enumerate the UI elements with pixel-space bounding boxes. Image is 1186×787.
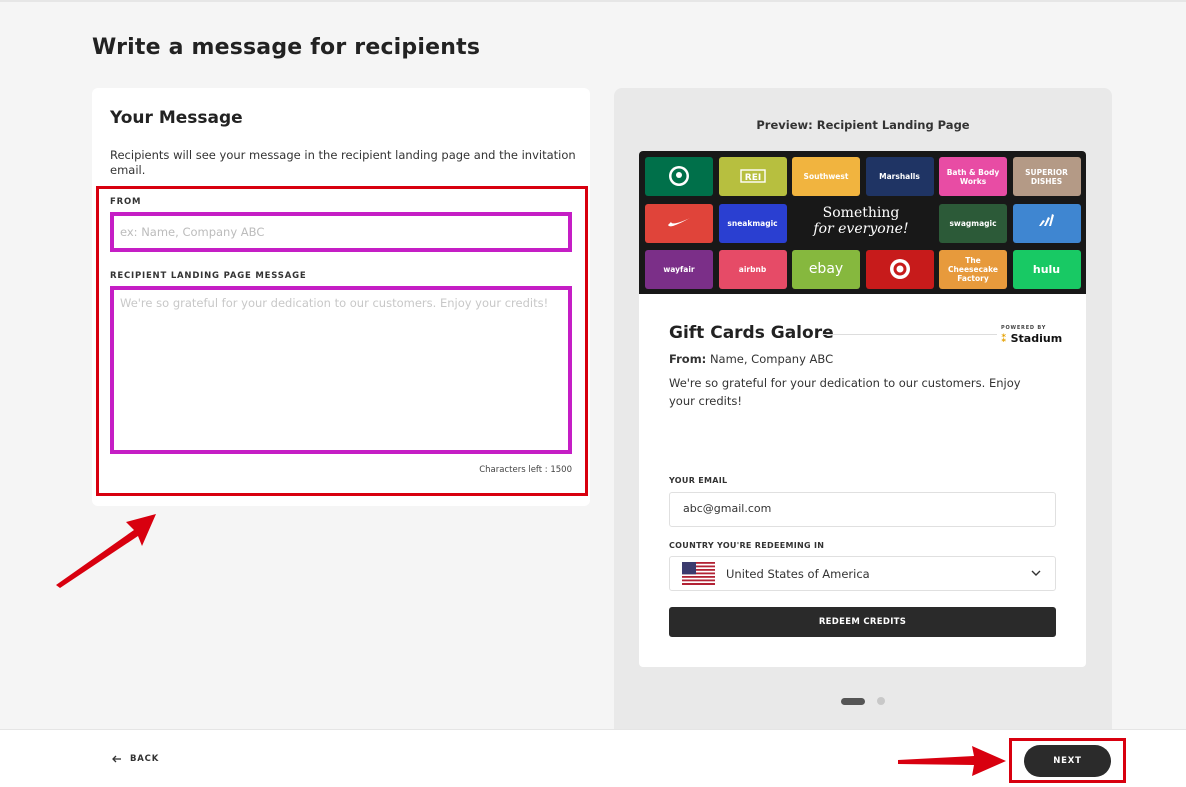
brand-tile: hulu (1012, 250, 1081, 289)
pager-dot-active[interactable] (841, 697, 865, 705)
brand-tile-label: airbnb (738, 265, 767, 274)
powered-by-label: POWERED BY (1001, 325, 1047, 331)
preview-pager (614, 697, 1112, 705)
brand-tile (645, 203, 713, 243)
preview-from-value: Name, Company ABC (709, 352, 834, 366)
brand-tile: REIREI (718, 157, 787, 196)
brand-tile-label: sneakmagic (727, 218, 778, 228)
brand-tile: airbnb (718, 250, 787, 289)
brand-tile: SUPERIOR DISHES (1012, 157, 1081, 196)
brand-tile: The Cheesecake Factory (939, 250, 1007, 289)
landing-page-preview: Something for everyone! REIREI Southwest M… (639, 151, 1086, 667)
redeem-credits-button[interactable]: REDEEM CREDITS (669, 607, 1056, 637)
top-divider (0, 0, 1186, 2)
page-title: Write a message for recipients (92, 35, 481, 60)
preview-from: From: Name, Company ABC (669, 352, 833, 366)
brand-tile-grid: Something for everyone! REIREI Southwest M… (639, 151, 1086, 294)
next-button[interactable]: NEXT (1024, 745, 1111, 777)
brand-tile: swagmagic (939, 203, 1007, 243)
from-input[interactable] (110, 212, 572, 252)
country-select[interactable]: United States of America (669, 556, 1056, 591)
from-label: FROM (110, 197, 142, 207)
brand-tile-label: Bath & Body Works (946, 167, 1000, 186)
brand-tile (645, 157, 713, 196)
characters-left: Characters left : 1500 (479, 465, 572, 475)
message-card: Your Message Recipients will see your me… (92, 88, 590, 506)
starbucks-logo-icon (668, 165, 690, 189)
country-value: United States of America (726, 567, 870, 581)
brand-tile-label: wayfair (663, 265, 695, 274)
annotation-arrow-icon (56, 514, 156, 588)
nike-swoosh-icon (667, 216, 691, 230)
brand-tile: sneakmagic (718, 203, 787, 243)
email-label: YOUR EMAIL (669, 476, 728, 485)
message-textarea[interactable] (110, 286, 572, 454)
footer-bar: BACK NEXT (0, 729, 1186, 787)
brand-tile: Bath & Body Works (939, 157, 1007, 196)
arrow-left-icon (112, 755, 121, 763)
brand-tile: Southwest (792, 157, 860, 196)
card-description: Recipients will see your message in the … (110, 148, 576, 177)
pager-dot[interactable] (877, 697, 885, 705)
us-flag-icon (682, 562, 715, 585)
stadium-mark-icon: ⁑ (1001, 332, 1007, 345)
preview-message: We're so grateful for your dedication to… (669, 376, 1021, 408)
brand-tile-label: swagmagic (949, 218, 997, 228)
brand-tile-label: Southwest (803, 172, 849, 181)
annotation-arrow-icon (898, 746, 1006, 776)
brand-tile-label: SUPERIOR DISHES (1025, 167, 1068, 186)
brand-tile: Marshalls (865, 157, 934, 196)
gift-card-title: Gift Cards Galore (669, 323, 834, 343)
adidas-logo-icon (1037, 214, 1057, 232)
hero-line-2: for everyone! (813, 221, 909, 237)
brand-tile: wayfair (645, 250, 713, 289)
target-logo-icon (889, 258, 911, 282)
hero-text: Something for everyone! (790, 205, 932, 237)
hero-line-1: Something (822, 205, 900, 221)
brand-tile-label: Marshalls (879, 172, 920, 181)
chevron-down-icon (1031, 570, 1041, 576)
brand-tile: ebay (792, 250, 860, 289)
stadium-logo: ⁑ Stadium (1001, 332, 1062, 345)
brand-tile (865, 250, 934, 289)
brand-tile-label: hulu (1032, 263, 1061, 276)
brand-tile-label: The Cheesecake Factory (948, 256, 998, 283)
country-label: COUNTRY YOU'RE REDEEMING IN (669, 541, 825, 550)
message-label: RECIPIENT LANDING PAGE MESSAGE (110, 271, 307, 281)
title-divider (822, 334, 997, 335)
brand-tile: adidas (1012, 203, 1081, 243)
back-button[interactable]: BACK (112, 754, 159, 764)
preview-title: Preview: Recipient Landing Page (756, 118, 970, 132)
brand-tile-label: ebay (808, 261, 844, 277)
rei-logo-icon: REI (739, 168, 766, 186)
preview-from-prefix: From: (669, 352, 707, 366)
preview-panel: Preview: Recipient Landing Page Somethin… (614, 88, 1112, 730)
card-title: Your Message (110, 108, 243, 128)
back-label: BACK (130, 754, 160, 764)
svg-text:REI: REI (744, 173, 760, 183)
email-field[interactable]: abc@gmail.com (669, 492, 1056, 527)
stadium-brand: Stadium (1010, 332, 1063, 345)
